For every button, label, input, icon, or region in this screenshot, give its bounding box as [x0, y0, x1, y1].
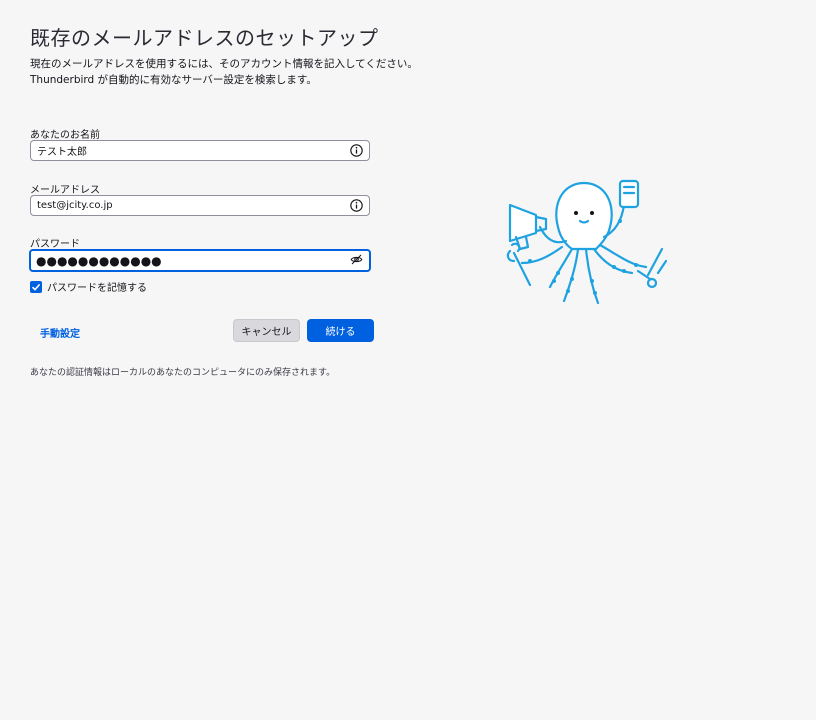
- remember-label: パスワードを記憶する: [47, 283, 147, 294]
- info-icon[interactable]: [350, 199, 363, 212]
- page-title: 既存のメールアドレスのセットアップ: [30, 26, 379, 50]
- password-input[interactable]: [36, 251, 346, 270]
- eye-hidden-icon[interactable]: [350, 253, 363, 266]
- checkmark-icon: [31, 283, 41, 291]
- remember-checkbox[interactable]: [30, 280, 42, 293]
- info-icon[interactable]: [350, 144, 363, 157]
- email-label: メールアドレス: [30, 185, 100, 196]
- intro-line-2: Thunderbird が自動的に有効なサーバー設定を検索します。: [30, 74, 317, 86]
- manual-config-link[interactable]: 手動設定: [40, 325, 80, 340]
- name-input[interactable]: [37, 141, 347, 160]
- continue-button[interactable]: 続ける: [307, 319, 374, 342]
- privacy-note: あなたの認証情報はローカルのあなたのコンピュータにのみ保存されます。: [30, 368, 336, 378]
- name-field[interactable]: [30, 140, 370, 161]
- email-input[interactable]: [37, 196, 347, 215]
- cancel-button[interactable]: キャンセル: [233, 319, 300, 342]
- email-field[interactable]: [30, 195, 370, 216]
- octopus-mascot-illustration: [506, 179, 668, 305]
- intro-line-1: 現在のメールアドレスを使用するには、そのアカウント情報を記入してください。: [30, 58, 418, 70]
- password-field[interactable]: [29, 249, 371, 272]
- remember-password[interactable]: パスワードを記憶する: [30, 279, 147, 294]
- password-label: パスワード: [30, 239, 80, 250]
- intro-text: 現在のメールアドレスを使用するには、そのアカウント情報を記入してください。 Th…: [30, 56, 418, 88]
- name-label: あなたのお名前: [30, 130, 100, 141]
